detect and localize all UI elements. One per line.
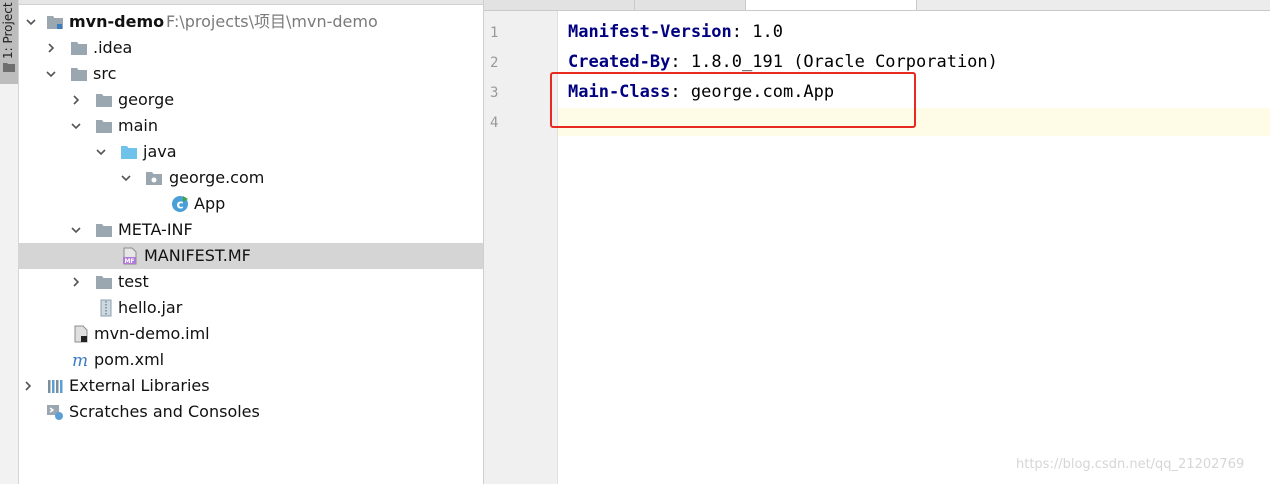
folder-icon bbox=[96, 94, 112, 107]
editor-tab[interactable] bbox=[484, 0, 635, 10]
folder-icon bbox=[71, 42, 87, 55]
tree-node-meta-inf[interactable]: META-INF bbox=[19, 217, 483, 243]
key-separator: : bbox=[731, 22, 753, 42]
chevron-right-icon[interactable] bbox=[70, 94, 82, 106]
editor-tab-active[interactable] bbox=[746, 0, 917, 10]
folder-icon bbox=[96, 224, 112, 237]
tree-node-external-libraries[interactable]: External Libraries bbox=[19, 373, 483, 399]
chevron-down-icon[interactable] bbox=[70, 120, 82, 132]
package-icon bbox=[146, 172, 162, 185]
chevron-down-icon[interactable] bbox=[95, 146, 107, 158]
tree-node-scratches[interactable]: Scratches and Consoles bbox=[19, 399, 483, 425]
tree-node-label: main bbox=[118, 116, 158, 135]
code-line[interactable]: Manifest-Version: 1.0 bbox=[568, 22, 783, 42]
project-tool-tab[interactable]: 1: Project bbox=[0, 0, 18, 84]
tree-node-label: george bbox=[118, 90, 175, 109]
source-folder-icon bbox=[121, 146, 137, 159]
manifest-key: Created-By bbox=[568, 52, 671, 72]
tree-node-label: MANIFEST.MF bbox=[144, 246, 251, 265]
folder-icon bbox=[3, 63, 15, 72]
module-folder-icon bbox=[47, 16, 63, 29]
tree-node-label: mvn-demo.iml bbox=[94, 324, 210, 343]
root-module-name: mvn-demo bbox=[69, 12, 165, 31]
tree-node-label: Scratches and Consoles bbox=[69, 402, 260, 421]
tree-node-root[interactable]: mvn-demo F:\projects\项目\mvn-demo bbox=[19, 9, 483, 35]
chevron-down-icon[interactable] bbox=[70, 224, 82, 236]
code-line[interactable]: Created-By: 1.8.0_191 (Oracle Corporatio… bbox=[568, 52, 998, 72]
project-tool-tab-label: 1: Project bbox=[1, 2, 15, 59]
tree-node-label: App bbox=[194, 194, 226, 213]
line-number: 2 bbox=[490, 55, 499, 71]
chevron-right-icon[interactable] bbox=[70, 276, 82, 288]
editor-tab[interactable] bbox=[635, 0, 746, 10]
folder-icon bbox=[71, 68, 87, 81]
tree-node-manifest[interactable]: MF MANIFEST.MF bbox=[19, 243, 483, 269]
tree-node-src[interactable]: src bbox=[19, 61, 483, 87]
tree-node-idea[interactable]: .idea bbox=[19, 35, 483, 61]
manifest-key: Manifest-Version bbox=[568, 22, 732, 42]
folder-icon bbox=[96, 276, 112, 289]
chevron-down-icon[interactable] bbox=[25, 16, 37, 28]
tree-node-label: .idea bbox=[93, 38, 133, 57]
tree-node-label: External Libraries bbox=[69, 376, 210, 395]
chevron-down-icon[interactable] bbox=[45, 68, 57, 80]
root-module-path: F:\projects\项目\mvn-demo bbox=[166, 12, 378, 31]
key-separator: : bbox=[670, 52, 691, 72]
tree-node-pom[interactable]: m pom.xml bbox=[19, 347, 483, 373]
chevron-down-icon[interactable] bbox=[120, 172, 132, 184]
line-number-gutter: 1 2 3 4 bbox=[484, 11, 558, 484]
manifest-file-icon: MF bbox=[123, 247, 137, 265]
maven-icon: m bbox=[72, 351, 88, 369]
project-tree[interactable]: mvn-demo F:\projects\项目\mvn-demo .idea s… bbox=[19, 0, 484, 484]
tree-node-george-com[interactable]: george.com bbox=[19, 165, 483, 191]
tree-node-label: george.com bbox=[169, 168, 265, 187]
tree-node-label: test bbox=[118, 272, 149, 291]
watermark: https://blog.csdn.net/qq_21202769 bbox=[1016, 457, 1245, 472]
editor-tab-bar bbox=[484, 0, 1270, 11]
jar-file-icon bbox=[100, 299, 112, 317]
tree-node-java[interactable]: java bbox=[19, 139, 483, 165]
svg-text:MF: MF bbox=[124, 258, 134, 265]
tree-node-main[interactable]: main bbox=[19, 113, 483, 139]
folder-icon bbox=[96, 120, 112, 133]
tree-node-label: java bbox=[143, 142, 177, 161]
tree-node-label: META-INF bbox=[118, 220, 193, 239]
chevron-right-icon[interactable] bbox=[22, 380, 34, 392]
line-number: 4 bbox=[490, 115, 499, 131]
line-number: 3 bbox=[490, 85, 499, 101]
manifest-value: 1.0 bbox=[752, 22, 783, 42]
svg-text:c: c bbox=[176, 198, 183, 212]
java-class-icon: c bbox=[172, 196, 188, 212]
manifest-value: 1.8.0_191 (Oracle Corporation) bbox=[690, 52, 998, 72]
tree-header-strip bbox=[19, 0, 483, 5]
tree-node-app[interactable]: c App bbox=[19, 191, 483, 217]
tree-node-george[interactable]: george bbox=[19, 87, 483, 113]
tree-node-test[interactable]: test bbox=[19, 269, 483, 295]
tree-node-label: pom.xml bbox=[94, 350, 165, 369]
chevron-right-icon[interactable] bbox=[45, 42, 57, 54]
scratches-icon bbox=[47, 405, 63, 420]
tree-node-iml[interactable]: mvn-demo.iml bbox=[19, 321, 483, 347]
svg-text:m: m bbox=[72, 351, 88, 369]
tree-node-label: src bbox=[93, 64, 117, 83]
annotation-highlight-box bbox=[550, 72, 916, 128]
tree-node-label: hello.jar bbox=[118, 298, 183, 317]
library-icon bbox=[48, 380, 63, 393]
tree-node-hello-jar[interactable]: hello.jar bbox=[19, 295, 483, 321]
tool-window-strip: 1: Project bbox=[0, 0, 19, 484]
module-file-icon bbox=[74, 325, 88, 343]
line-number: 1 bbox=[490, 25, 499, 41]
